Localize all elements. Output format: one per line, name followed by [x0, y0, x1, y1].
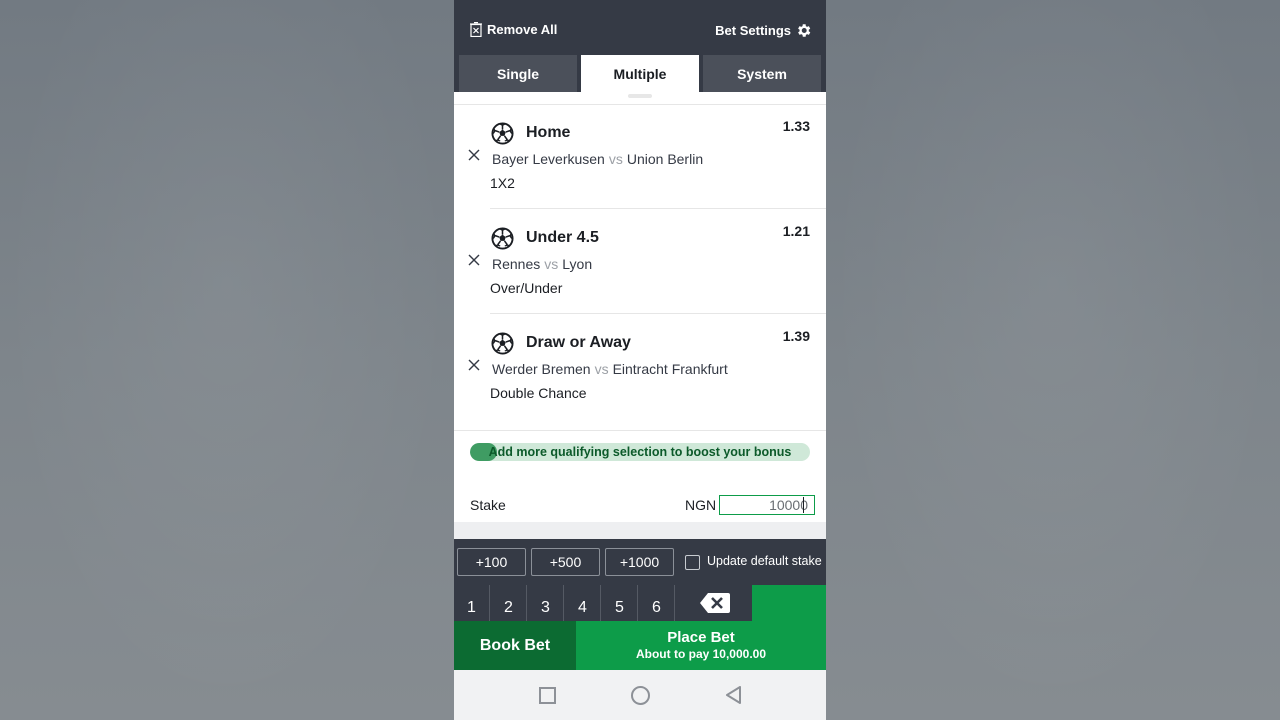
remove-all-label: Remove All	[487, 22, 558, 37]
away-team: Union Berlin	[626, 151, 704, 167]
selection-item: Home 1.33 Bayer Leverkusen vs Union Berlin…	[454, 105, 826, 209]
keypad-done-area[interactable]	[752, 585, 826, 621]
selection-item: Under 4.5 1.21 Rennes vs Lyon Over/Under	[454, 210, 826, 314]
selection-odds: 1.33	[782, 118, 810, 134]
delete-key[interactable]	[677, 585, 752, 621]
gear-icon	[798, 24, 811, 37]
betslip-header: Remove All Bet Settings Single Multiple …	[454, 0, 826, 92]
background-left	[0, 0, 454, 720]
tab-multiple[interactable]: Multiple	[581, 55, 699, 92]
home-team: Bayer Leverkusen	[492, 151, 605, 167]
bet-settings-label: Bet Settings	[715, 23, 791, 38]
update-default-stake-checkbox[interactable]	[685, 555, 700, 570]
bet-settings-button[interactable]: Bet Settings	[715, 22, 812, 39]
stake-input[interactable]	[719, 495, 815, 515]
tab-single[interactable]: Single	[459, 55, 577, 92]
background-right	[826, 0, 1280, 720]
pay-amount-label: About to pay 10,000.00	[635, 647, 767, 661]
versus-label: vs	[544, 256, 559, 272]
soccer-ball-icon	[491, 332, 514, 355]
quick-stake-bar: +100 +500 +1000 Update default stake	[454, 539, 826, 585]
remove-selection-icon[interactable]	[468, 149, 480, 161]
backspace-icon	[699, 593, 730, 613]
selection-match: Werder Bremen vs Eintracht Frankfurt	[492, 361, 728, 377]
tab-system[interactable]: System	[703, 55, 821, 92]
stake-label: Stake	[470, 497, 506, 513]
place-bet-label: Place Bet	[667, 629, 735, 646]
divider	[490, 313, 826, 314]
back-icon[interactable]	[725, 686, 743, 704]
selection-market: 1X2	[490, 175, 515, 191]
key-4[interactable]: 4	[565, 585, 601, 621]
home-team: Rennes	[492, 256, 541, 272]
add-100-button[interactable]: +100	[457, 548, 526, 576]
stake-currency: NGN	[685, 497, 717, 513]
selection-pick: Draw or Away	[526, 334, 631, 351]
betslip-screen: Remove All Bet Settings Single Multiple …	[454, 0, 826, 720]
versus-label: vs	[594, 361, 609, 377]
away-team: Lyon	[562, 256, 593, 272]
update-default-stake-label[interactable]: Update default stake	[707, 554, 822, 568]
home-team: Werder Bremen	[492, 361, 591, 377]
bet-type-tabs: Single Multiple System	[459, 55, 821, 92]
selection-market: Over/Under	[490, 280, 563, 296]
selection-pick: Under 4.5	[526, 229, 599, 246]
remove-selection-icon[interactable]	[468, 359, 480, 371]
key-6[interactable]: 6	[639, 585, 675, 621]
remove-selection-icon[interactable]	[468, 254, 480, 266]
divider	[454, 430, 826, 431]
soccer-ball-icon	[491, 122, 514, 145]
versus-label: vs	[608, 151, 623, 167]
selection-pick: Home	[526, 124, 571, 141]
remove-all-button[interactable]: Remove All	[470, 22, 557, 37]
add-1000-button[interactable]: +1000	[605, 548, 674, 576]
add-500-button[interactable]: +500	[531, 548, 600, 576]
bonus-message: Add more qualifying selection to boost y…	[488, 445, 792, 459]
place-bet-button[interactable]: Place Bet About to pay 10,000.00	[576, 621, 826, 670]
divider	[490, 208, 826, 209]
clear-betslip-icon	[470, 22, 482, 37]
recent-apps-icon[interactable]	[539, 687, 556, 704]
scroll-indicator	[628, 94, 652, 98]
section-spacer	[454, 522, 826, 539]
selection-odds: 1.39	[782, 328, 810, 344]
selection-odds: 1.21	[782, 223, 810, 239]
home-icon[interactable]	[631, 686, 650, 705]
selection-market: Double Chance	[490, 385, 587, 401]
selection-item: Draw or Away 1.39 Werder Bremen vs Eintrac…	[454, 315, 826, 419]
numeric-keypad: 1 2 3 4 5 6	[454, 585, 826, 621]
key-1[interactable]: 1	[454, 585, 490, 621]
book-bet-button[interactable]: Book Bet	[454, 621, 576, 670]
soccer-ball-icon	[491, 227, 514, 250]
key-5[interactable]: 5	[602, 585, 638, 621]
key-3[interactable]: 3	[528, 585, 564, 621]
selection-match: Bayer Leverkusen vs Union Berlin	[492, 151, 703, 167]
text-cursor	[803, 497, 804, 513]
away-team: Eintracht Frankfurt	[612, 361, 728, 377]
selection-match: Rennes vs Lyon	[492, 256, 592, 272]
system-navigation-bar	[454, 670, 826, 720]
bonus-progress-bar: Add more qualifying selection to boost y…	[470, 443, 810, 461]
key-2[interactable]: 2	[491, 585, 527, 621]
